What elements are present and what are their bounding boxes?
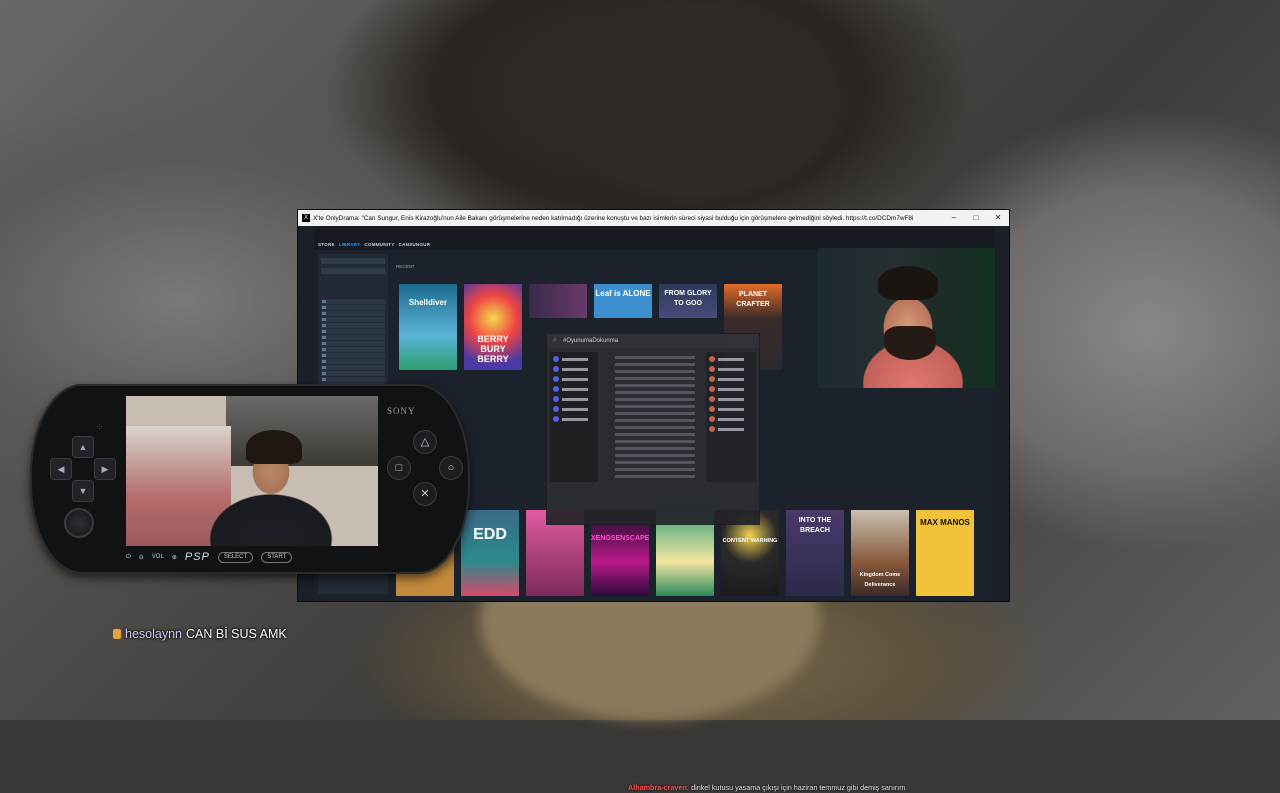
steam-menubar [314,226,994,238]
x-logo-icon: X [302,214,310,222]
member[interactable] [709,416,753,422]
sidebar-game-row[interactable] [321,347,385,352]
analog-stick[interactable] [64,508,94,538]
game-tile[interactable]: MAX MANOS [916,510,974,596]
game-tile[interactable]: Leaf is ALONE [594,284,652,318]
triangle-button-icon[interactable]: △ [413,430,437,454]
nav-community[interactable]: COMMUNITY [364,242,394,247]
square-button-icon[interactable]: □ [387,456,411,480]
discord-messages [603,352,703,482]
dpad-right-icon[interactable]: ▶ [94,458,116,480]
window-titlebar: X X'te OnlyDrama: "Can Sungur, Enis Kira… [298,210,1009,226]
game-tile[interactable] [529,284,587,318]
sidebar-game-row[interactable] [321,299,385,304]
sidebar-home[interactable] [321,258,385,264]
game-tile[interactable]: FROM GLORY TO GOO [659,284,717,318]
chat-badge-icon [113,629,121,639]
stream-chat-message: hesolaynn CAN Bİ SUS AMK [113,627,287,641]
nav-store[interactable]: STORE [318,242,335,247]
game-tile[interactable]: EDD [461,510,519,596]
member[interactable] [709,426,753,432]
dpad-down-icon[interactable]: ▼ [72,480,94,502]
sidebar-game-row[interactable] [321,377,385,382]
sidebar-game-row[interactable] [321,329,385,334]
member[interactable] [709,386,753,392]
sidebar-game-row[interactable] [321,335,385,340]
home-dots-icon: ⁘ [96,422,104,432]
sidebar-game-row[interactable] [321,353,385,358]
in-window-chat: Alhambra-craven: dinkel kutusu yasama çı… [628,783,905,793]
minimize-button[interactable]: – [943,210,965,226]
webcam-beard [884,326,936,360]
member[interactable] [709,356,753,362]
voice-user[interactable] [553,406,595,412]
sidebar-game-row[interactable] [321,317,385,322]
game-tile[interactable]: BERRY BURY BERRY [464,284,522,370]
psp-screen-webcam: K 6 [126,396,378,546]
sidebar-search[interactable] [321,268,385,274]
chat-message: CAN Bİ SUS AMK [186,627,287,641]
maximize-button[interactable]: □ [965,210,987,226]
sidebar-game-row[interactable] [321,305,385,310]
chat-username: hesolaynn [125,627,182,641]
voice-user[interactable] [553,396,595,402]
member[interactable] [709,376,753,382]
member[interactable] [709,396,753,402]
dark-rock [560,0,840,200]
psp-bottom-bar: ⏻ ⊖ VOL ⊕ PSP SELECT START [126,550,386,564]
close-button[interactable]: ✕ [987,210,1009,226]
discord-controls[interactable] [547,510,759,524]
discord-overlay: #OyunumaDokunma [547,334,759,524]
streamer-webcam [818,248,995,388]
dpad-left-icon[interactable]: ◀ [50,458,72,480]
discord-channel-name: #OyunumaDokunma [547,334,759,348]
sidebar-game-row[interactable] [321,323,385,328]
game-tile[interactable]: Kingdom Come Deliverance [851,510,909,596]
vol-minus-icon[interactable]: ⊖ [139,554,144,561]
start-button[interactable]: START [261,551,293,563]
window-title: X'te OnlyDrama: "Can Sungur, Enis Kirazo… [313,214,913,222]
psp-frame: K 6 ▲ ◀ ▶ ▼ ⁘ SONY △ □ ○ ✕ ⏻ ⊖ VOL ⊕ PSP… [30,384,470,574]
webcam-person-hair [246,430,302,464]
playstation-logo-icon: ⏻ [126,553,131,560]
voice-user[interactable] [553,386,595,392]
nav-library[interactable]: LIBRARY [339,242,361,247]
voice-user[interactable] [553,356,595,362]
game-tile[interactable]: Shelldiver [399,284,457,370]
sidebar-game-row[interactable] [321,371,385,376]
cross-button-icon[interactable]: ✕ [413,482,437,506]
voice-user[interactable] [553,366,595,372]
vol-plus-icon[interactable]: ⊕ [172,554,177,561]
sidebar-game-row[interactable] [321,311,385,316]
member[interactable] [709,406,753,412]
voice-user[interactable] [553,416,595,422]
sidebar-game-row[interactable] [321,365,385,370]
vol-label: VOL [151,554,164,560]
voice-user[interactable] [553,376,595,382]
discord-member-list [706,352,756,482]
psp-logo: PSP [184,551,210,563]
game-tile[interactable]: INTO THE BREACH [786,510,844,596]
dpad-up-icon[interactable]: ▲ [72,436,94,458]
sidebar-game-row[interactable] [321,359,385,364]
sidebar-game-row[interactable] [321,341,385,346]
chat-message: dinkel kutusu yasama çıkışı için haziran… [691,783,906,792]
dpad: ▲ ◀ ▶ ▼ [50,436,116,502]
member[interactable] [709,366,753,372]
window-controls: – □ ✕ [943,210,1009,226]
webcam-hair [878,266,938,300]
sony-logo: SONY [387,406,416,416]
circle-button-icon[interactable]: ○ [439,456,463,480]
discord-voice-list [550,352,598,482]
select-button[interactable]: SELECT [217,551,254,563]
chat-username: Alhambra-craven: [628,783,690,792]
recent-label: RECENT [396,264,415,269]
nav-profile[interactable]: CANSUNGUR [399,242,431,247]
